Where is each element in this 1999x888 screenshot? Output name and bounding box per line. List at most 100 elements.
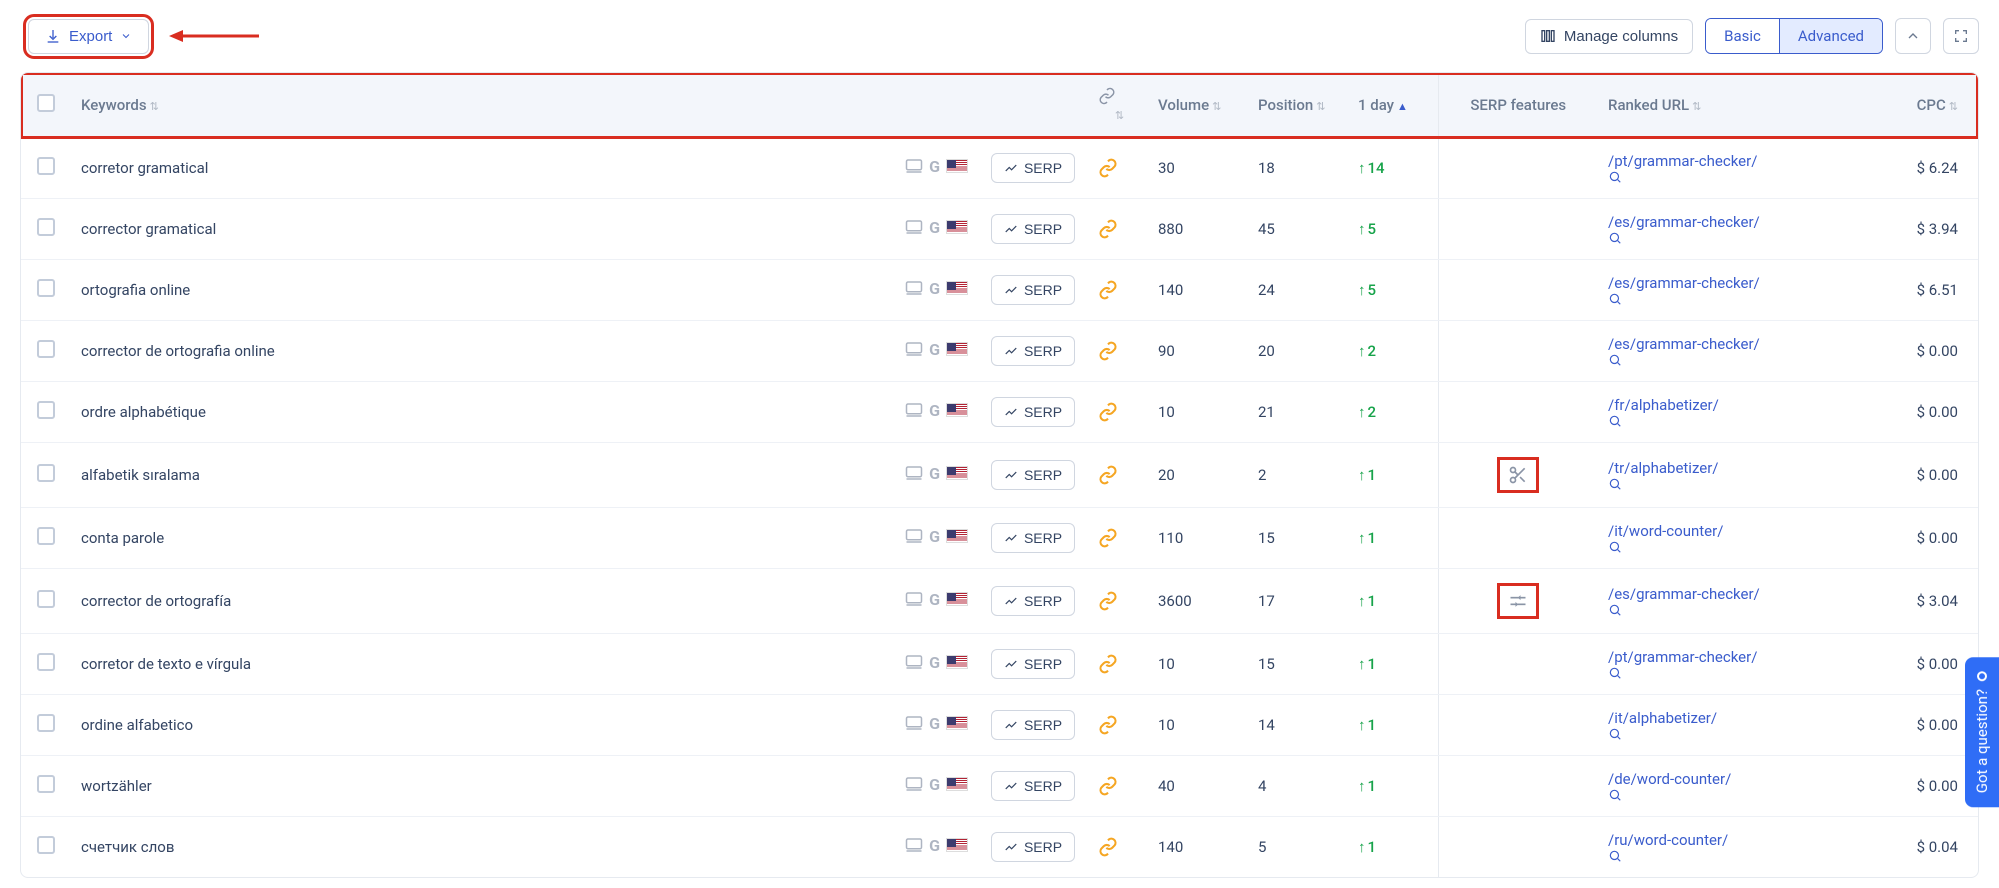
row-checkbox[interactable] bbox=[37, 527, 55, 545]
fullscreen-button[interactable] bbox=[1943, 18, 1979, 54]
environment-icons: G bbox=[905, 464, 968, 483]
serp-label: SERP bbox=[1024, 778, 1062, 794]
serp-button[interactable]: SERP bbox=[991, 397, 1075, 427]
row-checkbox[interactable] bbox=[37, 775, 55, 793]
chart-line-icon bbox=[1004, 405, 1018, 419]
google-icon: G bbox=[929, 464, 940, 483]
arrow-up-icon: ↑ bbox=[1358, 342, 1366, 360]
ranked-url-link[interactable]: /es/grammar-checker/ bbox=[1608, 335, 1760, 353]
keywords-table: Keywords⇅ ⇅ Volume⇅ Position⇅ 1 day▲ bbox=[20, 72, 1979, 878]
magnify-icon[interactable] bbox=[1608, 353, 1868, 367]
header-1day[interactable]: 1 day▲ bbox=[1348, 73, 1438, 138]
header-link-icon[interactable]: ⇅ bbox=[1088, 73, 1148, 138]
manage-columns-button[interactable]: Manage columns bbox=[1525, 19, 1693, 54]
row-checkbox[interactable] bbox=[37, 218, 55, 236]
header-position-label: Position bbox=[1258, 96, 1313, 114]
magnify-icon[interactable] bbox=[1608, 788, 1868, 802]
select-all-checkbox[interactable] bbox=[37, 94, 55, 112]
magnify-icon[interactable] bbox=[1608, 540, 1868, 554]
cpc-value: $ 0.00 bbox=[1917, 342, 1958, 360]
keyword-text: corrector de ortografía bbox=[81, 592, 231, 610]
header-volume[interactable]: Volume⇅ bbox=[1148, 73, 1248, 138]
row-checkbox[interactable] bbox=[37, 279, 55, 297]
header-1day-label: 1 day bbox=[1358, 96, 1394, 114]
ranked-url-link[interactable]: /es/grammar-checker/ bbox=[1608, 213, 1760, 231]
header-keywords[interactable]: Keywords⇅ bbox=[71, 73, 858, 138]
cpc-value: $ 0.04 bbox=[1917, 838, 1958, 856]
row-checkbox[interactable] bbox=[37, 590, 55, 608]
link-indicator-icon bbox=[1098, 837, 1138, 857]
serp-button[interactable]: SERP bbox=[991, 649, 1075, 679]
cpc-value: $ 0.00 bbox=[1917, 529, 1958, 547]
keyword-text: conta parole bbox=[81, 529, 164, 547]
help-widget[interactable]: Got a question? bbox=[1965, 657, 1999, 807]
header-serp-features-label: SERP features bbox=[1470, 96, 1566, 114]
magnify-icon[interactable] bbox=[1608, 849, 1868, 863]
serp-button[interactable]: SERP bbox=[991, 710, 1075, 740]
magnify-icon[interactable] bbox=[1608, 666, 1868, 680]
serp-button[interactable]: SERP bbox=[991, 771, 1075, 801]
ranked-url-link[interactable]: /it/word-counter/ bbox=[1608, 522, 1723, 540]
ranked-url-link[interactable]: /fr/alphabetizer/ bbox=[1608, 396, 1719, 414]
ranked-url-link[interactable]: /pt/grammar-checker/ bbox=[1608, 648, 1757, 666]
magnify-icon[interactable] bbox=[1608, 292, 1868, 306]
header-ranked-url[interactable]: Ranked URL⇅ bbox=[1598, 73, 1878, 138]
keyword-text: ordine alfabetico bbox=[81, 716, 193, 734]
row-checkbox[interactable] bbox=[37, 157, 55, 175]
basic-mode-button[interactable]: Basic bbox=[1706, 19, 1779, 53]
magnify-icon[interactable] bbox=[1608, 477, 1868, 491]
manage-columns-label: Manage columns bbox=[1564, 28, 1678, 45]
magnify-icon[interactable] bbox=[1608, 170, 1868, 184]
row-checkbox[interactable] bbox=[37, 401, 55, 419]
row-checkbox[interactable] bbox=[37, 836, 55, 854]
environment-icons: G bbox=[905, 340, 968, 359]
row-checkbox[interactable] bbox=[37, 714, 55, 732]
serp-button[interactable]: SERP bbox=[991, 153, 1075, 183]
serp-button[interactable]: SERP bbox=[991, 523, 1075, 553]
cpc-value: $ 6.24 bbox=[1917, 159, 1958, 177]
cpc-value: $ 0.00 bbox=[1917, 466, 1958, 484]
ranked-url-link[interactable]: /it/alphabetizer/ bbox=[1608, 709, 1717, 727]
us-flag-icon bbox=[946, 466, 968, 480]
ranked-url-link[interactable]: /tr/alphabetizer/ bbox=[1608, 459, 1719, 477]
volume-value: 880 bbox=[1158, 220, 1183, 238]
row-checkbox[interactable] bbox=[37, 464, 55, 482]
header-position[interactable]: Position⇅ bbox=[1248, 73, 1348, 138]
serp-button[interactable]: SERP bbox=[991, 586, 1075, 616]
ranked-url-link[interactable]: /pt/grammar-checker/ bbox=[1608, 152, 1757, 170]
volume-value: 10 bbox=[1158, 716, 1175, 734]
row-checkbox[interactable] bbox=[37, 653, 55, 671]
serp-button[interactable]: SERP bbox=[991, 275, 1075, 305]
header-cpc[interactable]: CPC⇅ bbox=[1878, 73, 1978, 138]
delta-value: ↑5 bbox=[1358, 281, 1376, 299]
serp-button[interactable]: SERP bbox=[991, 214, 1075, 244]
link-indicator-icon bbox=[1098, 280, 1138, 300]
ranked-url-link[interactable]: /ru/word-counter/ bbox=[1608, 831, 1728, 849]
magnify-icon[interactable] bbox=[1608, 231, 1868, 245]
ranked-url-link[interactable]: /es/grammar-checker/ bbox=[1608, 274, 1760, 292]
header-serp-features[interactable]: SERP features bbox=[1438, 73, 1598, 138]
environment-icons: G bbox=[905, 714, 968, 733]
magnify-icon[interactable] bbox=[1608, 603, 1868, 617]
collapse-button[interactable] bbox=[1895, 18, 1931, 54]
serp-label: SERP bbox=[1024, 467, 1062, 483]
position-value: 15 bbox=[1258, 655, 1275, 673]
serp-button[interactable]: SERP bbox=[991, 336, 1075, 366]
arrow-up-icon: ↑ bbox=[1358, 838, 1366, 856]
sort-icon: ⇅ bbox=[1949, 100, 1958, 113]
google-icon: G bbox=[929, 401, 940, 420]
ranked-url-link[interactable]: /de/word-counter/ bbox=[1608, 770, 1731, 788]
ranked-url-link[interactable]: /es/grammar-checker/ bbox=[1608, 585, 1760, 603]
position-value: 15 bbox=[1258, 529, 1275, 547]
environment-icons: G bbox=[905, 527, 968, 546]
row-checkbox[interactable] bbox=[37, 340, 55, 358]
sort-icon: ⇅ bbox=[1212, 100, 1221, 113]
toolbar-right: Manage columns Basic Advanced bbox=[1525, 18, 1979, 54]
magnify-icon[interactable] bbox=[1608, 727, 1868, 741]
export-button[interactable]: Export bbox=[28, 19, 149, 54]
serp-button[interactable]: SERP bbox=[991, 460, 1075, 490]
keyword-text: corretor de texto e vírgula bbox=[81, 655, 251, 673]
serp-button[interactable]: SERP bbox=[991, 832, 1075, 862]
advanced-mode-button[interactable]: Advanced bbox=[1779, 19, 1882, 53]
magnify-icon[interactable] bbox=[1608, 414, 1868, 428]
